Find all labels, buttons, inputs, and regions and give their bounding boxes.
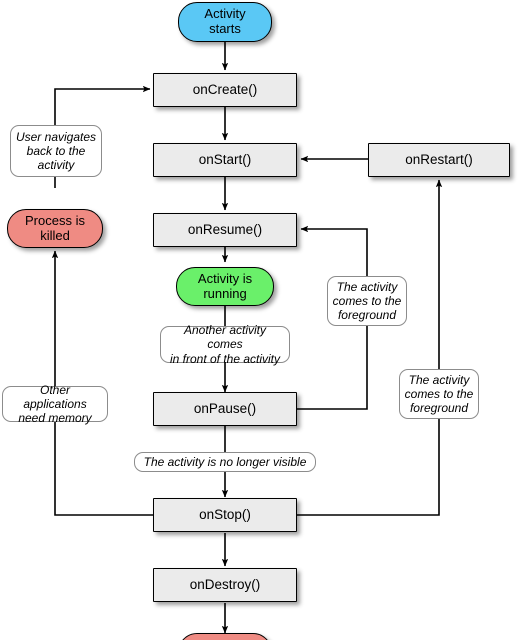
- node-process-killed-line2: killed: [40, 227, 70, 243]
- label-another-activity-line1: Another activity comes: [183, 323, 267, 352]
- label-other-apps-line1: Other applications: [23, 382, 87, 411]
- label-user-navigates-back: User navigates back to the activity: [10, 125, 102, 177]
- label-activity-no-longer-visible: The activity is no longer visible: [134, 452, 316, 472]
- node-activity-shut-down[interactable]: [178, 633, 272, 640]
- node-on-restart[interactable]: onRestart(): [368, 143, 510, 177]
- label-no-longer-visible-text: The activity is no longer visible: [143, 454, 307, 469]
- node-on-start[interactable]: onStart(): [153, 143, 297, 177]
- node-on-destroy[interactable]: onDestroy(): [153, 568, 297, 602]
- node-on-start-label: onStart(): [198, 152, 252, 168]
- node-activity-starts-line1: Activity: [204, 6, 246, 22]
- label-user-navigates-back-line3: activity: [37, 158, 75, 173]
- edge-onstop-to-onrestart: [297, 179, 443, 516]
- node-activity-running[interactable]: Activity is running: [176, 267, 274, 306]
- label-foreground-lower-line2: comes to the: [404, 386, 474, 401]
- node-process-killed-line1: Process is: [25, 212, 85, 228]
- label-foreground-lower-line3: foreground: [409, 401, 469, 416]
- label-user-navigates-back-line2: back to the: [26, 143, 86, 158]
- label-foreground-lower-line1: The activity: [408, 372, 470, 387]
- label-another-activity-in-front: Another activity comes in front of the a…: [160, 323, 290, 366]
- label-other-apps-line2: need memory: [18, 411, 92, 426]
- node-on-stop[interactable]: onStop(): [153, 498, 297, 532]
- node-on-resume-label: onResume(): [187, 222, 263, 238]
- node-on-pause-label: onPause(): [193, 401, 257, 417]
- node-activity-running-line1: Activity is: [197, 270, 253, 286]
- node-activity-running-line2: running: [203, 285, 247, 301]
- node-process-is-killed[interactable]: Process is killed: [7, 209, 103, 248]
- node-on-resume[interactable]: onResume(): [153, 213, 297, 247]
- label-foreground-upper-line3: foreground: [337, 308, 397, 323]
- label-foreground-upper-line2: comes to the: [332, 293, 402, 308]
- label-another-activity-line2: in front of the activity: [169, 351, 281, 366]
- activity-lifecycle-diagram: Activity starts onCreate() onStart() onR…: [0, 0, 522, 640]
- label-foreground-upper-line1: The activity: [336, 279, 398, 294]
- node-activity-starts-line2: starts: [209, 21, 241, 36]
- label-foreground-upper: The activity comes to the foreground: [327, 276, 407, 326]
- label-user-navigates-back-line1: User navigates: [15, 129, 97, 144]
- label-other-applications-need-memory: Other applications need memory: [2, 382, 108, 426]
- node-on-destroy-label: onDestroy(): [189, 577, 261, 593]
- node-on-restart-label: onRestart(): [405, 152, 473, 168]
- node-on-create[interactable]: onCreate(): [153, 73, 297, 107]
- node-on-pause[interactable]: onPause(): [153, 392, 297, 426]
- label-foreground-lower: The activity comes to the foreground: [399, 369, 479, 419]
- node-on-stop-label: onStop(): [199, 507, 251, 523]
- node-on-create-label: onCreate(): [192, 82, 258, 98]
- node-activity-starts[interactable]: Activity starts: [178, 2, 272, 42]
